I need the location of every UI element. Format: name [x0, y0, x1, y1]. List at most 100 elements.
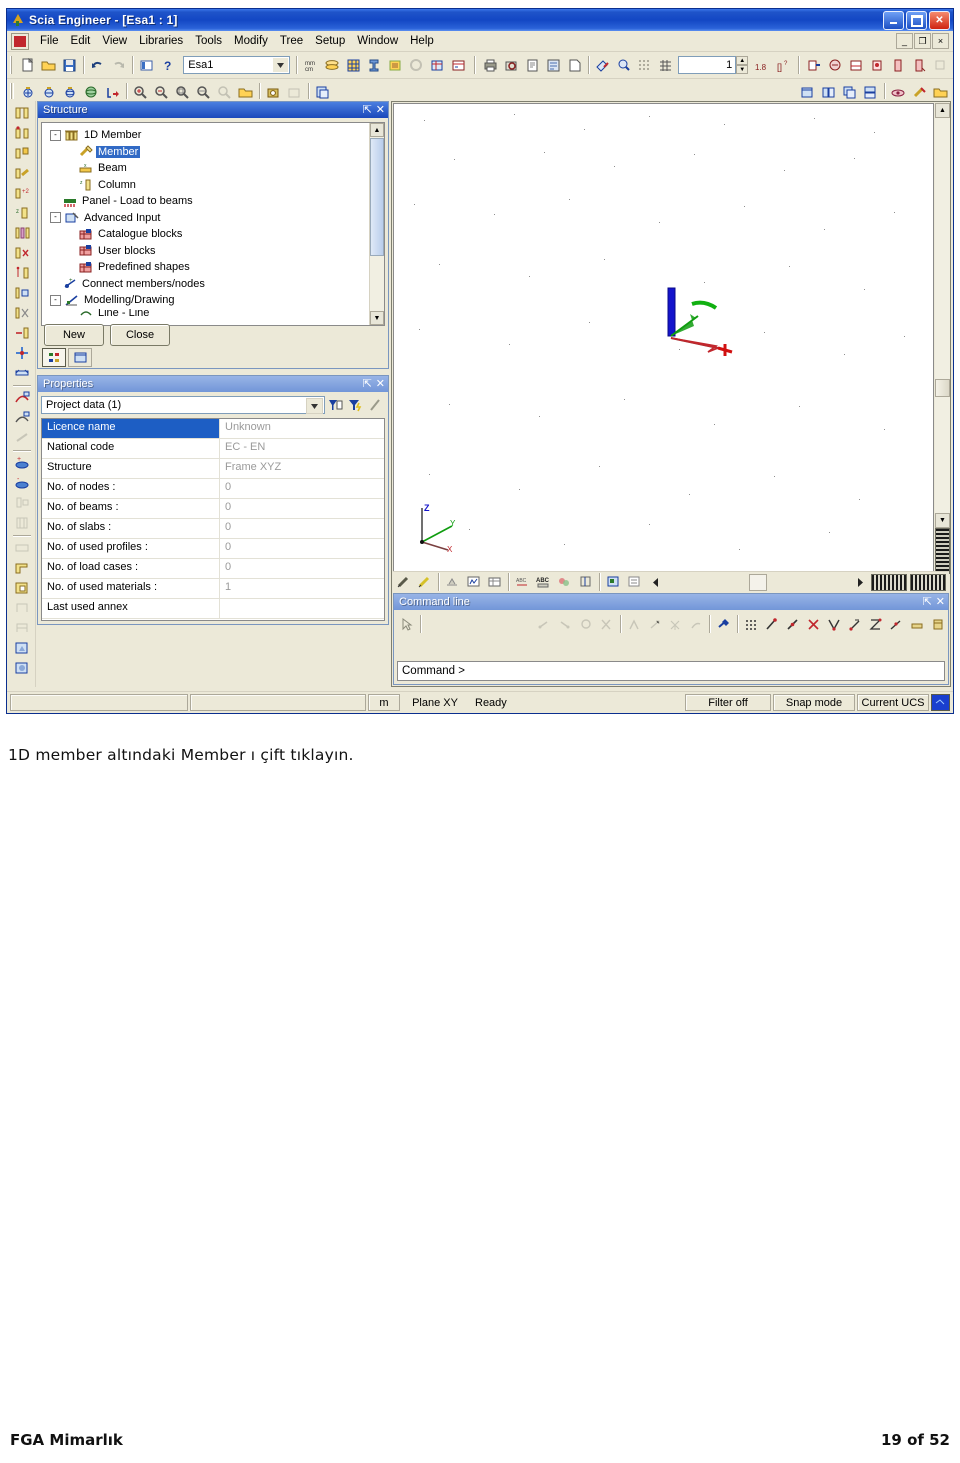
filter-lightning-icon[interactable] — [345, 396, 365, 414]
property-value[interactable]: Frame XYZ — [220, 459, 384, 478]
property-value[interactable]: 0 — [220, 479, 384, 498]
tree-item-panel-load-to-beams[interactable]: Panel - Load to beams — [48, 193, 369, 210]
snap-c-disabled-icon[interactable] — [575, 614, 596, 634]
structure-tree[interactable]: - 1D Member Member x Beam z Column Panel… — [41, 122, 385, 326]
remove-node-icon[interactable]: - — [11, 473, 33, 493]
layer-number-stepper[interactable]: ▲ ▼ — [736, 56, 749, 74]
scroll-right-icon[interactable] — [850, 572, 871, 592]
project-combo[interactable]: Esa1 — [183, 56, 290, 74]
property-row-last-used-annex[interactable]: Last used annex — [42, 599, 384, 619]
property-row-structure[interactable]: Structure Frame XYZ — [42, 459, 384, 479]
menu-item-modify[interactable]: Modify — [228, 33, 274, 49]
table-icon[interactable] — [484, 572, 505, 592]
chart-icon[interactable] — [463, 572, 484, 592]
filter-table-icon[interactable] — [325, 396, 345, 414]
expander-icon[interactable]: - — [50, 212, 61, 224]
property-row-no-of-slabs[interactable]: No. of slabs : 0 — [42, 519, 384, 539]
wall2-disabled-icon[interactable] — [11, 618, 33, 638]
layer-number-input[interactable]: 1 — [678, 56, 737, 74]
colors-icon[interactable] — [554, 572, 575, 592]
snap-parallel-icon[interactable] — [927, 614, 948, 634]
snap-a-disabled-icon[interactable] — [534, 614, 555, 634]
snap-extension-icon[interactable] — [907, 614, 928, 634]
mdi-restore-button[interactable]: ❐ — [914, 33, 931, 49]
tree-item-catalogue-blocks[interactable]: Catalogue blocks — [48, 226, 369, 243]
result-4-icon[interactable] — [867, 55, 888, 75]
surface-load-2-icon[interactable] — [11, 658, 33, 678]
menu-item-libraries[interactable]: Libraries — [133, 33, 189, 49]
viewport-vertical-scrollbar[interactable]: ▲ ▼ — [935, 103, 950, 574]
stepper-up-icon[interactable]: ▲ — [736, 56, 749, 65]
property-value[interactable]: 0 — [220, 519, 384, 538]
service-tree-icon[interactable] — [42, 348, 66, 367]
snap-h-disabled-icon[interactable] — [686, 614, 707, 634]
snap-g-disabled-icon[interactable] — [665, 614, 686, 634]
snap-b-disabled-icon[interactable] — [555, 614, 576, 634]
surface-load-icon[interactable] — [11, 638, 33, 658]
close-icon[interactable]: ✕ — [936, 596, 945, 608]
menu-item-file[interactable]: File — [34, 33, 65, 49]
line-grid-icon[interactable] — [655, 55, 676, 75]
member-5-icon[interactable]: +2 — [11, 183, 33, 203]
grid-setup-icon[interactable] — [343, 55, 364, 75]
property-value[interactable]: 0 — [220, 559, 384, 578]
status-snap-mode[interactable]: Snap mode — [773, 694, 855, 711]
pen-yellow-icon[interactable] — [414, 572, 435, 592]
snap-midpoint-icon[interactable] — [783, 614, 804, 634]
member-2-icon[interactable] — [11, 123, 33, 143]
property-value[interactable]: 1 — [220, 579, 384, 598]
layer-icon[interactable] — [442, 572, 463, 592]
result-3-icon[interactable] — [846, 55, 867, 75]
scrollbar-thumb[interactable] — [935, 379, 950, 397]
tree-item-modelling-drawing[interactable]: - Modelling/Drawing — [48, 292, 369, 309]
property-value[interactable]: EC - EN — [220, 439, 384, 458]
snap-e-disabled-icon[interactable] — [624, 614, 645, 634]
snap-center-icon[interactable] — [865, 614, 886, 634]
hatch-handle-1-icon[interactable] — [871, 573, 907, 591]
cut-member-icon[interactable] — [11, 243, 33, 263]
document-icon[interactable] — [522, 55, 543, 75]
result-6-icon[interactable] — [909, 55, 930, 75]
project-data-icon[interactable] — [136, 55, 157, 75]
align-icon[interactable] — [575, 572, 596, 592]
arc-node-icon[interactable] — [11, 388, 33, 408]
print-preview-icon[interactable] — [501, 55, 522, 75]
status-ucs[interactable]: Current UCS — [857, 694, 929, 711]
node-support-icon[interactable] — [11, 408, 33, 428]
edit-pencil-icon[interactable] — [365, 396, 385, 414]
tree-item-line-line[interactable]: Line - Line — [48, 309, 369, 318]
chevron-down-icon[interactable] — [272, 58, 288, 72]
menu-item-tools[interactable]: Tools — [189, 33, 228, 49]
property-value[interactable] — [220, 599, 384, 618]
maximize-button[interactable] — [906, 11, 927, 30]
snap-nearest-icon[interactable] — [886, 614, 907, 634]
new-button[interactable]: New — [44, 324, 104, 346]
pin-icon[interactable]: ⇱ — [363, 104, 372, 116]
menu-item-edit[interactable]: Edit — [65, 33, 97, 49]
close-button[interactable]: Close — [110, 324, 170, 346]
calculation-icon[interactable] — [448, 55, 469, 75]
tree-item-member[interactable]: Member — [48, 144, 369, 161]
plane-opening-icon[interactable] — [11, 578, 33, 598]
scroll-down-icon[interactable]: ▼ — [370, 311, 384, 325]
command-input[interactable]: Command > — [397, 661, 945, 681]
snap-grid-icon[interactable] — [741, 614, 762, 634]
property-value[interactable]: 0 — [220, 539, 384, 558]
new-document-icon[interactable] — [17, 55, 38, 75]
property-row-no-of-used-profiles[interactable]: No. of used profiles : 0 — [42, 539, 384, 559]
column-icon[interactable]: z — [11, 203, 33, 223]
menu-item-view[interactable]: View — [96, 33, 133, 49]
report-icon[interactable] — [543, 55, 564, 75]
tree-item-advanced-input[interactable]: - Advanced Input — [48, 210, 369, 227]
scroll-down-icon[interactable]: ▼ — [935, 513, 950, 528]
decimals-icon[interactable]: 1.8 — [751, 55, 772, 75]
snap-f-disabled-icon[interactable] — [644, 614, 665, 634]
wall-disabled-icon[interactable] — [11, 598, 33, 618]
undo-icon[interactable] — [87, 55, 108, 75]
zoom-selection-icon[interactable] — [613, 55, 634, 75]
cross-section-icon[interactable] — [364, 55, 385, 75]
align-member-icon[interactable] — [11, 283, 33, 303]
stepper-down-icon[interactable]: ▼ — [736, 65, 749, 74]
tree-item-user-blocks[interactable]: User blocks — [48, 243, 369, 260]
status-filter[interactable]: Filter off — [685, 694, 771, 711]
